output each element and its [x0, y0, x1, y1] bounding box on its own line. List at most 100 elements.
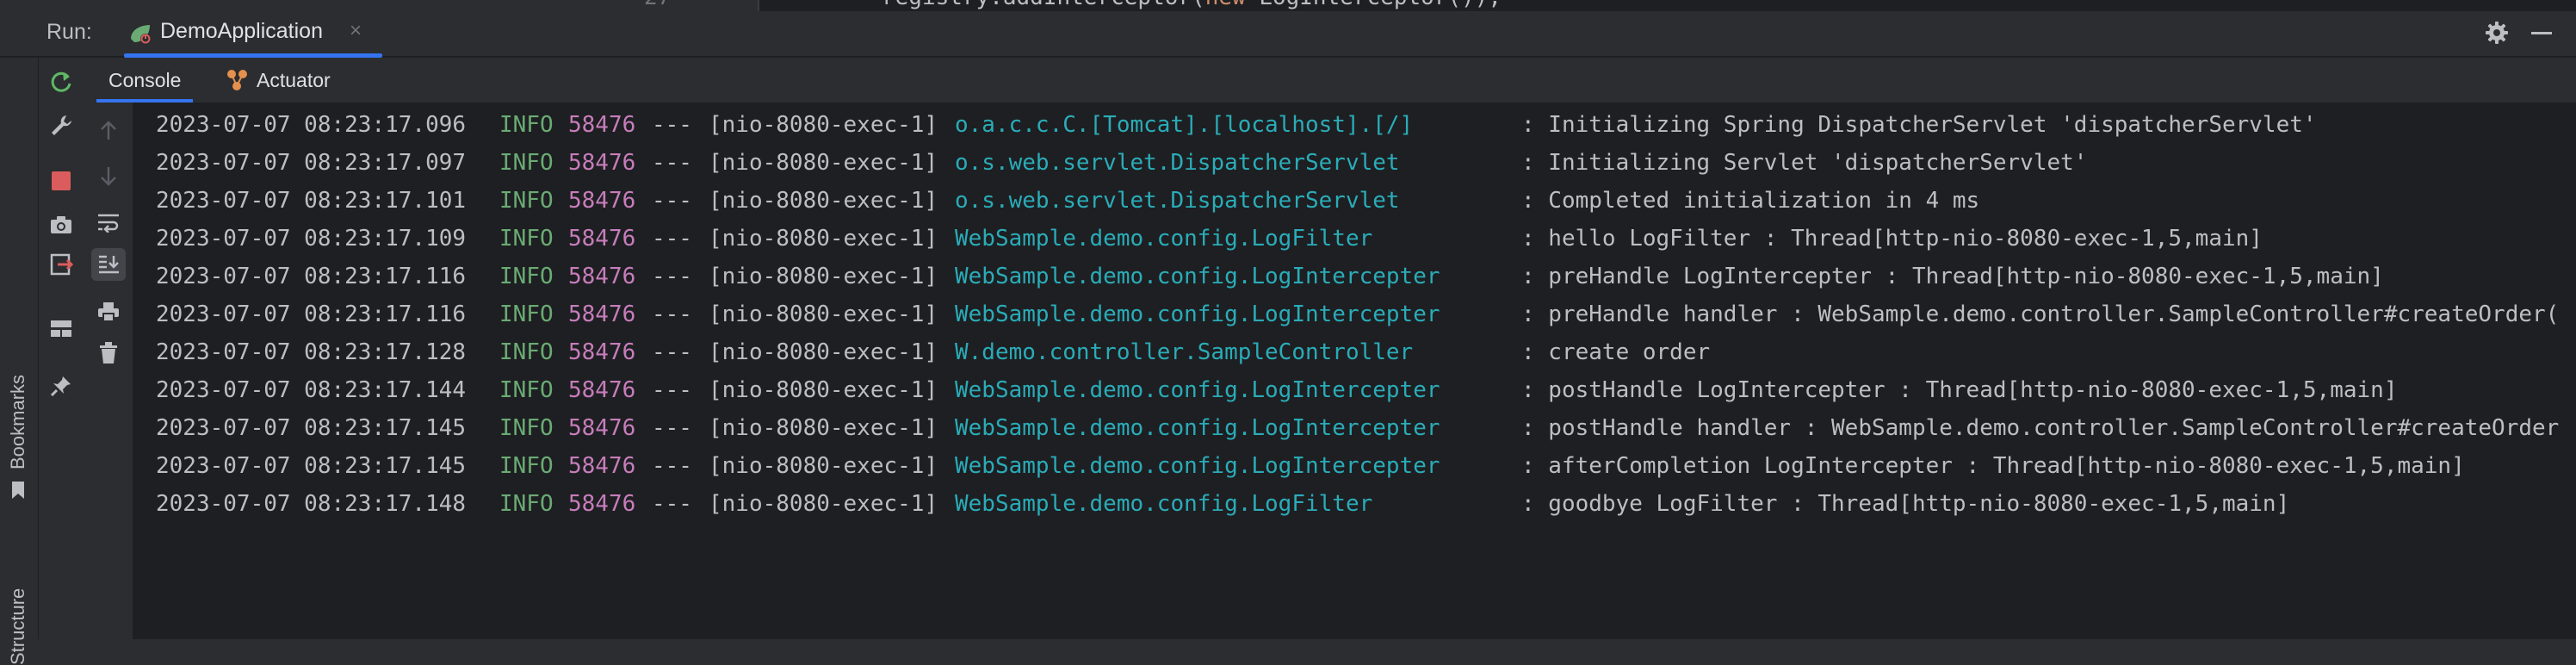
console-toolbar — [84, 103, 133, 639]
log-logger: WebSample.demo.config.LogIntercepter — [955, 301, 1440, 327]
log-separator: --- — [652, 264, 692, 289]
bookmarks-tool-label[interactable]: Bookmarks — [7, 375, 29, 469]
log-message: : create order — [1521, 339, 1711, 365]
rerun-button[interactable] — [46, 66, 77, 97]
tab-console[interactable]: Console — [96, 58, 194, 103]
actuator-icon — [227, 70, 247, 90]
log-separator: --- — [652, 453, 692, 479]
pin-tab-button[interactable] — [46, 370, 77, 401]
camera-icon — [51, 216, 71, 233]
run-label: Run: — [46, 20, 92, 44]
log-timestamp: 2023-07-07 08:23:17.145 — [156, 415, 467, 441]
exit-icon — [50, 253, 73, 276]
log-timestamp: 2023-07-07 08:23:17.148 — [156, 491, 467, 517]
spring-boot-app-icon — [131, 25, 151, 44]
tab-console-label: Console — [108, 68, 182, 91]
scroll-to-end-icon — [99, 255, 119, 274]
log-thread: [nio-8080-exec-1] — [709, 453, 938, 479]
log-level: INFO — [499, 112, 554, 138]
log-pid: 58476 — [568, 226, 636, 252]
editor-code-line: 27registry.addInterceptor(new LogInterce… — [644, 0, 1502, 10]
log-level: INFO — [499, 301, 554, 327]
log-separator: --- — [652, 188, 692, 214]
log-level: INFO — [499, 150, 554, 176]
exit-button[interactable] — [46, 249, 77, 280]
log-level: INFO — [499, 339, 554, 365]
log-message: : postHandle handler : WebSample.demo.co… — [1521, 415, 2576, 441]
log-logger: WebSample.demo.config.LogFilter — [955, 491, 1373, 517]
log-level: INFO — [499, 453, 554, 479]
log-message: : afterCompletion LogIntercepter : Threa… — [1521, 453, 2465, 479]
rerun-icon — [51, 71, 71, 92]
trash-icon — [100, 342, 117, 364]
log-pid: 58476 — [568, 415, 636, 441]
log-logger: W.demo.controller.SampleController — [955, 339, 1414, 365]
log-separator: --- — [652, 112, 692, 138]
thread-dump-button[interactable] — [46, 209, 77, 240]
log-message: : goodbye LogFilter : Thread[http-nio-80… — [1521, 491, 2290, 517]
log-level: INFO — [499, 491, 554, 517]
tab-actuator[interactable]: Actuator — [224, 58, 331, 103]
structure-tool-label[interactable]: Structure — [7, 588, 29, 665]
log-timestamp: 2023-07-07 08:23:17.101 — [156, 188, 467, 214]
arrow-down-icon — [101, 167, 116, 186]
wrench-icon — [52, 115, 71, 135]
scroll-up-button[interactable] — [91, 115, 126, 147]
console-scrollbar[interactable] — [2559, 103, 2576, 639]
log-separator: --- — [652, 301, 692, 327]
log-pid: 58476 — [568, 453, 636, 479]
log-level: INFO — [499, 226, 554, 252]
print-button[interactable] — [91, 295, 126, 328]
gear-icon[interactable] — [2484, 20, 2510, 46]
log-level: INFO — [499, 264, 554, 289]
editor-peek: 27registry.addInterceptor(new LogInterce… — [0, 0, 2576, 11]
log-thread: [nio-8080-exec-1] — [709, 491, 938, 517]
close-icon[interactable]: × — [350, 19, 362, 43]
log-logger: o.s.web.servlet.DispatcherServlet — [955, 188, 1400, 214]
log-timestamp: 2023-07-07 08:23:17.144 — [156, 377, 467, 403]
log-pid: 58476 — [568, 491, 636, 517]
log-message: : hello LogFilter : Thread[http-nio-8080… — [1521, 226, 2263, 252]
run-panel-header: Run: DemoApplication × — [0, 11, 2576, 58]
stop-button[interactable] — [46, 165, 77, 196]
run-toolbar — [39, 58, 84, 639]
log-thread: [nio-8080-exec-1] — [709, 264, 938, 289]
log-message: : preHandle LogIntercepter : Thread[http… — [1521, 264, 2384, 289]
edit-configuration-button[interactable] — [46, 109, 77, 140]
minimize-icon[interactable] — [2531, 32, 2552, 34]
log-thread: [nio-8080-exec-1] — [709, 188, 938, 214]
run-sub-tabs: Console Actuator — [84, 58, 2576, 103]
left-tool-stripe: Bookmarks Structure — [0, 58, 39, 665]
layout-button[interactable] — [46, 313, 77, 344]
log-logger: WebSample.demo.config.LogFilter — [955, 226, 1373, 252]
log-timestamp: 2023-07-07 08:23:17.097 — [156, 150, 467, 176]
clear-all-button[interactable] — [91, 337, 126, 370]
log-timestamp: 2023-07-07 08:23:17.116 — [156, 301, 467, 327]
arrow-up-icon — [101, 121, 116, 140]
log-thread: [nio-8080-exec-1] — [709, 112, 938, 138]
log-logger: WebSample.demo.config.LogIntercepter — [955, 415, 1440, 441]
log-message: : Initializing Servlet 'dispatcherServle… — [1521, 150, 2088, 176]
log-logger: o.s.web.servlet.DispatcherServlet — [955, 150, 1400, 176]
log-logger: WebSample.demo.config.LogIntercepter — [955, 453, 1440, 479]
log-message: : Initializing Spring DispatcherServlet … — [1521, 112, 2317, 138]
scroll-to-end-button[interactable] — [91, 248, 126, 281]
soft-wrap-button[interactable] — [91, 206, 126, 239]
log-timestamp: 2023-07-07 08:23:17.116 — [156, 264, 467, 289]
log-separator: --- — [652, 339, 692, 365]
bookmark-icon[interactable] — [9, 480, 28, 500]
log-thread: [nio-8080-exec-1] — [709, 415, 938, 441]
log-pid: 58476 — [568, 339, 636, 365]
pin-icon — [50, 376, 71, 397]
run-tab-demoapplication[interactable]: DemoApplication × — [124, 11, 382, 58]
log-level: INFO — [499, 415, 554, 441]
layout-icon — [51, 320, 71, 337]
log-timestamp: 2023-07-07 08:23:17.145 — [156, 453, 467, 479]
log-pid: 58476 — [568, 112, 636, 138]
log-thread: [nio-8080-exec-1] — [709, 226, 938, 252]
console-output[interactable]: 2023-07-07 08:23:17.096 INFO 58476 --- [nio-… — [133, 103, 2576, 639]
log-level: INFO — [499, 188, 554, 214]
line-number: 27 — [644, 0, 671, 10]
scroll-down-button[interactable] — [91, 159, 126, 192]
log-thread: [nio-8080-exec-1] — [709, 377, 938, 403]
